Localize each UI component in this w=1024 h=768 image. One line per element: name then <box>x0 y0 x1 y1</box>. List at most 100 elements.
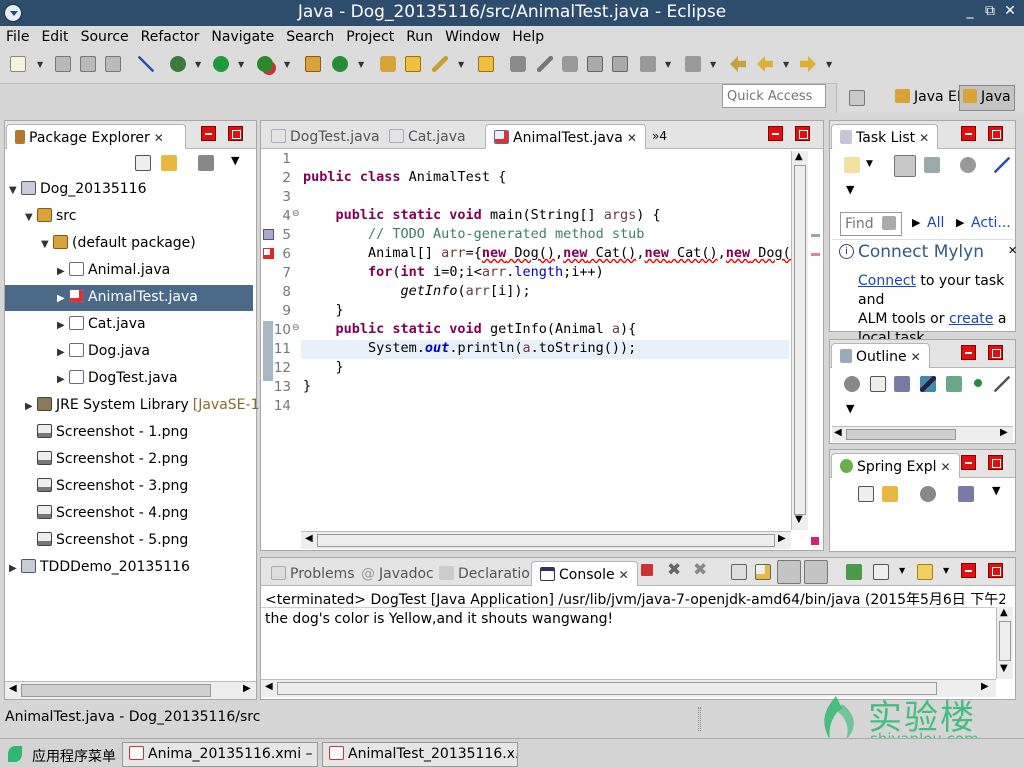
tree-item[interactable]: Screenshot - 3.png <box>5 474 253 500</box>
next-annotation-icon[interactable] <box>640 56 656 72</box>
collapsed-arrow-icon[interactable]: ▶ <box>9 563 21 574</box>
back-icon[interactable] <box>757 56 773 72</box>
vscroll-thumb[interactable] <box>999 621 1011 661</box>
remove-launch-icon[interactable]: ✖ <box>667 560 681 580</box>
prev-annotation-icon[interactable] <box>685 56 701 72</box>
focus-icon[interactable] <box>920 486 936 502</box>
open-task-icon[interactable] <box>478 56 494 72</box>
maximize-editor-button[interactable] <box>795 126 810 141</box>
tree-item[interactable]: ▶ DogTest.java <box>5 366 253 392</box>
scroll-left-icon[interactable]: ◀ <box>9 683 17 694</box>
focus-icon[interactable] <box>960 157 976 173</box>
collapse-all-icon[interactable] <box>135 155 151 171</box>
close-icon[interactable]: ✕ <box>941 460 951 474</box>
hide-fields-icon[interactable] <box>920 376 936 392</box>
menu-source[interactable]: Source <box>75 26 135 45</box>
tree-item[interactable]: Screenshot - 4.png <box>5 501 253 527</box>
new-task-icon[interactable] <box>844 157 860 173</box>
menu-edit[interactable]: Edit <box>35 26 74 45</box>
close-icon[interactable]: ✕ <box>627 131 637 145</box>
editor-tab-overflow[interactable]: »4 <box>644 124 675 149</box>
next-annotation-dropdown-icon[interactable]: ▼ <box>665 60 671 69</box>
hide-completed-icon[interactable] <box>994 157 1010 173</box>
fold-main-icon[interactable]: ⊖ <box>292 209 300 219</box>
hscroll-thumb[interactable] <box>846 429 956 440</box>
tab-problems[interactable]: Problems <box>263 561 363 586</box>
taskbar-item-xmi[interactable]: Anima_20135116.xmi – ... <box>122 742 318 767</box>
terminate-icon[interactable] <box>641 564 653 576</box>
task-filter-activate[interactable]: Acti... <box>971 215 1011 231</box>
sort-icon[interactable] <box>958 486 974 502</box>
view-menu-icon[interactable]: ▼ <box>846 402 854 415</box>
hide-static-icon[interactable] <box>946 376 962 392</box>
debug-icon[interactable] <box>170 56 186 72</box>
collapse-all-icon[interactable] <box>858 486 874 502</box>
menu-window[interactable]: Window <box>439 26 506 45</box>
tree-item[interactable]: ▼ src <box>5 204 253 230</box>
show-on-stderr-icon[interactable] <box>804 560 828 584</box>
quick-access-input[interactable] <box>722 84 826 108</box>
tab-console[interactable]: Console ✕ <box>531 561 638 586</box>
display-console-dropdown-icon[interactable]: ▼ <box>899 566 905 575</box>
tree-item[interactable]: ▼ (default package) <box>5 231 253 257</box>
new-task-dropdown-icon[interactable]: ▼ <box>866 159 873 169</box>
new-java-project-icon[interactable] <box>305 56 321 72</box>
toggle-mark-icon[interactable] <box>562 56 578 72</box>
collapsed-arrow-icon[interactable]: ▶ <box>57 347 69 358</box>
view-menu-icon[interactable]: ▼ <box>992 484 1000 497</box>
new-class-dropdown-icon[interactable]: ▼ <box>358 60 364 69</box>
tab-task-list[interactable]: Task List ✕ <box>831 124 939 149</box>
show-on-stdout-icon[interactable] <box>777 560 801 584</box>
last-edit-icon[interactable] <box>730 56 746 72</box>
new-class-icon[interactable] <box>332 56 348 72</box>
clear-console-icon[interactable] <box>731 564 747 580</box>
error-summary-icon[interactable] <box>811 537 819 545</box>
search-torch-icon[interactable] <box>432 56 448 72</box>
tree-item[interactable]: ▶ TDDDemo_20135116 <box>5 555 253 581</box>
minimize-editor-button[interactable] <box>768 126 783 141</box>
menu-search[interactable]: Search <box>280 26 340 45</box>
code-text[interactable]: public class AnimalTest { public static … <box>303 151 815 535</box>
maximize-view-button[interactable] <box>988 563 1003 578</box>
console-vscrollbar[interactable]: ▲ ▼ <box>996 607 1013 679</box>
prev-annotation-dropdown-icon[interactable]: ▼ <box>710 60 716 69</box>
view-menu-icon[interactable]: ▼ <box>846 183 854 196</box>
link-with-editor-icon[interactable] <box>161 155 177 171</box>
sort-icon[interactable] <box>894 376 910 392</box>
scroll-left-icon[interactable]: ◀ <box>834 427 842 438</box>
close-window-button[interactable]: ✕ <box>1002 3 1018 19</box>
menu-run[interactable]: Run <box>400 26 439 45</box>
forward-icon[interactable] <box>800 56 816 72</box>
close-icon[interactable]: ✕ <box>1008 244 1017 257</box>
menu-file[interactable]: File <box>0 26 35 45</box>
editor-hscrollbar[interactable]: ◀ ▶ <box>301 531 791 549</box>
save-icon[interactable] <box>55 56 71 72</box>
scroll-down-icon[interactable]: ▼ <box>1000 663 1008 674</box>
tree-item[interactable]: ▶ Cat.java <box>5 312 253 338</box>
hscroll-thumb[interactable] <box>21 684 211 697</box>
maximize-view-button[interactable] <box>988 455 1003 470</box>
tree-item[interactable]: Screenshot - 2.png <box>5 447 253 473</box>
task-overview-marker[interactable] <box>811 234 820 237</box>
tree-item[interactable]: Screenshot - 1.png <box>5 420 253 446</box>
open-perspective-icon[interactable] <box>849 90 865 106</box>
minimize-view-button[interactable] <box>961 455 976 470</box>
create-link[interactable]: create <box>949 311 993 327</box>
close-icon[interactable]: ✕ <box>919 131 929 145</box>
pen-icon[interactable] <box>537 56 553 72</box>
open-folder-icon[interactable] <box>405 56 421 72</box>
focus-task-icon[interactable] <box>198 155 214 171</box>
clear-filter-icon[interactable] <box>882 216 896 230</box>
console-output-area[interactable]: the dog's color is Yellow,and it shouts … <box>261 607 995 677</box>
menu-help[interactable]: Help <box>506 26 550 45</box>
open-type-icon[interactable] <box>380 56 396 72</box>
new-dropdown-icon[interactable]: ▼ <box>37 60 43 69</box>
show-whitespace-icon[interactable] <box>612 56 628 72</box>
minimize-view-button[interactable] <box>201 126 216 141</box>
perspective-java[interactable]: Java <box>959 85 1015 111</box>
print-icon[interactable] <box>105 56 121 72</box>
tree-item[interactable]: Screenshot - 5.png <box>5 528 253 554</box>
scroll-up-icon[interactable]: ▲ <box>795 151 803 162</box>
expanded-arrow-icon[interactable]: ▼ <box>9 185 21 196</box>
minimize-view-button[interactable] <box>961 126 976 141</box>
